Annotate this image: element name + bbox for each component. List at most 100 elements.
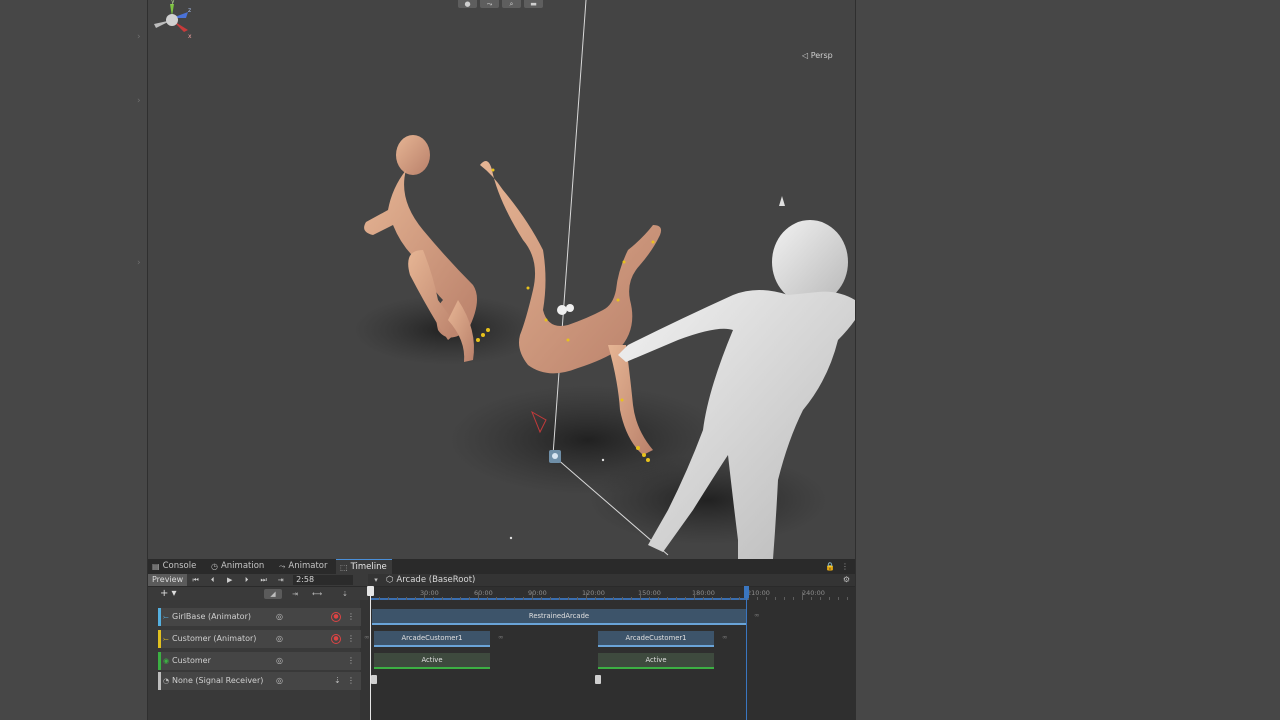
next-frame-icon[interactable]: ⏵ (238, 574, 255, 586)
track-lane-customer-activation[interactable]: Active Active (370, 652, 855, 670)
track-lane-signal[interactable] (370, 672, 855, 690)
ruler-tick (586, 592, 587, 600)
track-header-girlbase[interactable]: ⤚ GirlBase (Animator) ◎ ● ⋮ (158, 608, 361, 626)
timeline-asset-label: Arcade (BaseRoot) (396, 575, 476, 585)
target-icon[interactable]: ◎ (276, 672, 283, 690)
timeline-clip[interactable]: ArcadeCustomer1 (374, 631, 490, 647)
timeline-asset-selector[interactable]: ⬡ Arcade (BaseRoot) (386, 574, 475, 586)
previous-frame-icon[interactable]: ⏴ (204, 574, 221, 586)
tab-timeline[interactable]: ⬚ Timeline (336, 559, 392, 574)
tab-animation[interactable]: ◷ Animation (211, 559, 275, 574)
timeline-end-handle[interactable] (744, 586, 749, 598)
tab-tools: 🔒 ⋮ (825, 559, 849, 574)
ruler-tick (478, 592, 479, 600)
toolbar-button[interactable]: ● (458, 0, 477, 8)
ruler-label: 30:00 (420, 589, 439, 597)
tab-animator[interactable]: ⤳ Animator (279, 559, 333, 574)
right-panel (855, 0, 1280, 720)
track-color-bar (158, 630, 161, 648)
chevron-right-icon[interactable]: › (137, 96, 145, 106)
track-color-bar (158, 652, 161, 670)
loop-marker: ∞ (722, 633, 728, 641)
ruler-tick (802, 592, 803, 600)
target-gizmo[interactable] (557, 305, 567, 315)
marker-pin-icon[interactable]: ⇣ (336, 589, 354, 599)
signal-emitter[interactable] (371, 675, 377, 684)
more-menu-icon[interactable]: ⋮ (347, 672, 355, 690)
current-time-field[interactable]: 2:58 (293, 575, 354, 585)
scene-view[interactable]: ● ⤳ ⌕ ▬ y z x ◁ Persp (148, 0, 855, 559)
more-menu-icon[interactable]: ⋮ (347, 630, 355, 648)
left-panel: › › › (0, 0, 147, 720)
mix-icon[interactable]: ⟷ (308, 589, 326, 599)
chevron-right-icon[interactable]: › (137, 32, 145, 42)
ripple-icon[interactable]: ⇥ (286, 589, 304, 599)
animation-track-icon: ⤚ (163, 613, 169, 621)
track-name: GirlBase (Animator) (172, 612, 251, 621)
toolbar-button[interactable]: ▬ (524, 0, 543, 8)
signal-emitter[interactable] (595, 675, 601, 684)
activation-track-icon: ◉ (163, 657, 170, 665)
timeline-clip[interactable]: Active (598, 653, 714, 669)
more-menu-icon[interactable]: ⋮ (841, 559, 849, 574)
track-color-bar (158, 672, 161, 690)
toolbar-button[interactable]: ⤳ (480, 0, 499, 8)
more-menu-icon[interactable]: ⋮ (347, 608, 355, 626)
toolbar-button[interactable]: ⌕ (502, 0, 521, 8)
timeline-clip[interactable]: ArcadeCustomer1 (598, 631, 714, 647)
scene-render (353, 0, 855, 559)
ruler-tick (532, 592, 533, 600)
lock-icon[interactable]: 🔒 (825, 559, 835, 574)
track-name: Customer (Animator) (172, 634, 257, 643)
animation-track-icon: ⤚ (163, 635, 169, 643)
gear-icon[interactable]: ⚙ (843, 574, 850, 586)
tab-label: Timeline (350, 561, 387, 572)
ruler-tick (694, 592, 695, 600)
preview-button[interactable]: Preview (148, 574, 188, 586)
orientation-gizmo-icon[interactable]: y z x (148, 0, 196, 44)
record-icon[interactable]: ● (331, 634, 341, 644)
tab-label: Animator (288, 561, 328, 571)
loop-marker: ∞ (364, 633, 370, 641)
pin-icon[interactable]: ⇣ (334, 672, 341, 690)
chevron-down-icon[interactable]: ▾ (369, 574, 383, 586)
target-icon[interactable]: ◎ (276, 630, 283, 648)
skip-start-icon[interactable]: ⏮ (187, 574, 204, 586)
track-header-customer-activation[interactable]: ◉ Customer ◎ ⋮ (158, 652, 361, 670)
ruler-tick (640, 592, 641, 600)
chevron-right-icon[interactable]: › (137, 258, 145, 268)
scene-toolbar: ● ⤳ ⌕ ▬ (458, 0, 543, 8)
gizmo-axis-label: y (171, 0, 175, 5)
signal-track-icon: ◔ (163, 677, 170, 685)
light-gizmo[interactable] (779, 196, 785, 206)
more-menu-icon[interactable]: ⋮ (347, 652, 355, 670)
track-name: None (Signal Receiver) (172, 676, 264, 685)
play-icon[interactable]: ▶ (221, 574, 238, 586)
snap-icon[interactable]: ◢ (264, 589, 282, 599)
track-header-customer-animator[interactable]: ⤚ Customer (Animator) ◎ ● ⋮ (158, 630, 361, 648)
playhead (370, 586, 371, 720)
tab-console[interactable]: ▤ Console (152, 559, 206, 574)
play-range-icon[interactable]: ⇥ (272, 574, 289, 586)
track-lane-girlbase[interactable]: RestrainedArcade ∞ (370, 608, 855, 626)
timeline-clip[interactable]: Active (374, 653, 490, 669)
ruler-label: 90:00 (528, 589, 547, 597)
timeline-window: Preview ⏮ ⏴ ▶ ⏵ ⏭ ⇥ 2:58 ▾ ⬡ Arcade (Bas… (148, 574, 855, 720)
skip-end-icon[interactable]: ⏭ (255, 574, 272, 586)
target-icon[interactable]: ◎ (276, 608, 283, 626)
track-color-bar (158, 608, 161, 626)
track-lane-customer-animator[interactable]: ∞ ArcadeCustomer1 ∞ ArcadeCustomer1 ∞ (364, 630, 855, 648)
time-ruler[interactable]: 30:00 60:00 90:00 120:00 150:00 180:00 2… (370, 586, 855, 600)
ruler-label: 150:00 (638, 589, 661, 597)
ruler-label: 180:00 (692, 589, 715, 597)
record-icon[interactable]: ● (331, 612, 341, 622)
track-header-signal[interactable]: ◔ None (Signal Receiver) ◎ ⇣ ⋮ (158, 672, 361, 690)
unity-editor: › › › ● ⤳ ⌕ ▬ y z x ◁ Persp ▤ Console ◷ … (0, 0, 1280, 720)
animator-icon: ⤳ (279, 562, 286, 571)
playhead-handle[interactable] (367, 586, 374, 596)
timeline-clip[interactable]: RestrainedArcade (372, 609, 746, 625)
target-icon[interactable]: ◎ (276, 652, 283, 670)
add-track-button[interactable]: + ▾ (160, 588, 177, 600)
projection-toggle[interactable]: ◁ Persp (802, 50, 833, 62)
timeline-end-line (746, 586, 747, 720)
